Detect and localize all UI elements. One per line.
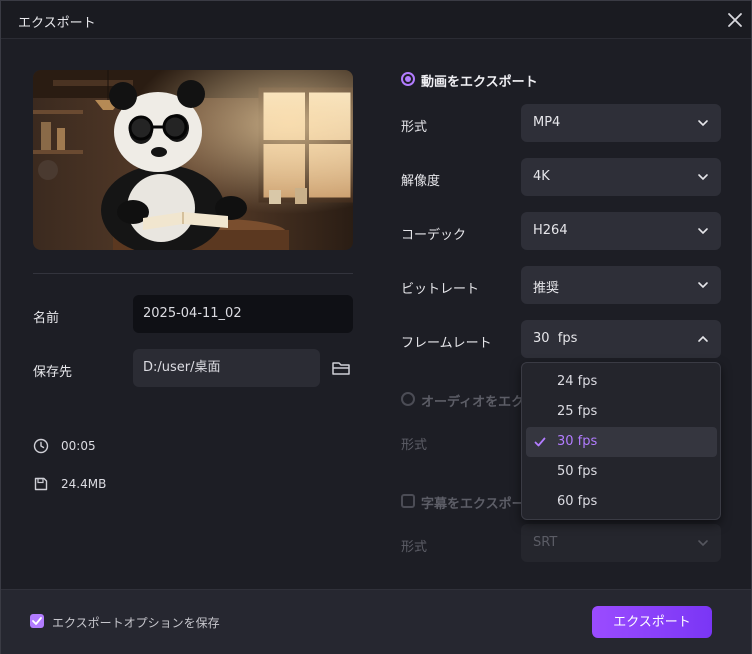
file-size-text: 24.4MB xyxy=(61,477,107,491)
save-path-label: 保存先 xyxy=(33,365,73,380)
video-preview-thumbnail xyxy=(33,70,353,250)
chevron-down-icon xyxy=(698,282,708,289)
divider xyxy=(33,273,353,274)
framerate-select[interactable]: 30 fps xyxy=(521,320,721,358)
subtitle-format-label: 形式 xyxy=(401,540,428,555)
chevron-down-icon xyxy=(698,228,708,235)
codec-value: H264 xyxy=(533,223,568,238)
subtitle-format-value: SRT xyxy=(533,535,558,550)
file-size-icon xyxy=(34,477,48,491)
dialog-title: エクスポート xyxy=(18,16,96,31)
save-options-checkbox[interactable] xyxy=(30,614,44,628)
option-label: 50 fps xyxy=(557,464,598,479)
export-dialog: エクスポート 名前 2025-04-11_02 保存先 D:/user/桌面 0… xyxy=(0,0,752,654)
chevron-down-icon xyxy=(698,174,708,181)
title-bar: エクスポート xyxy=(1,1,751,39)
framerate-option-selected[interactable]: 30 fps xyxy=(526,427,717,457)
chevron-up-icon xyxy=(698,335,708,342)
resolution-select[interactable]: 4K xyxy=(521,158,721,196)
codec-label: コーデック xyxy=(401,228,467,243)
framerate-option[interactable]: 50 fps xyxy=(526,457,717,487)
save-path-input[interactable]: D:/user/桌面 xyxy=(133,349,320,387)
name-input[interactable]: 2025-04-11_02 xyxy=(133,295,353,333)
format-value: MP4 xyxy=(533,115,561,130)
export-audio-radio[interactable] xyxy=(401,392,415,406)
audio-format-label: 形式 xyxy=(401,438,428,453)
resolution-value: 4K xyxy=(533,169,550,184)
framerate-value: 30 fps xyxy=(533,331,578,346)
bitrate-value: 推奨 xyxy=(533,281,560,296)
option-label: 24 fps xyxy=(557,374,598,389)
option-label: 30 fps xyxy=(557,434,598,449)
export-video-radio[interactable] xyxy=(401,72,415,86)
export-subtitle-title: 字幕をエクスポー xyxy=(421,497,525,512)
save-options-label: エクスポートオプションを保存 xyxy=(52,616,220,630)
duration-text: 00:05 xyxy=(61,439,96,453)
check-icon xyxy=(534,437,546,447)
resolution-label: 解像度 xyxy=(401,174,441,189)
folder-icon[interactable] xyxy=(331,358,351,378)
export-button[interactable]: エクスポート xyxy=(592,606,712,638)
name-label: 名前 xyxy=(33,311,60,326)
bitrate-label: ビットレート xyxy=(401,282,480,297)
option-label: 25 fps xyxy=(557,404,598,419)
option-label: 60 fps xyxy=(557,494,598,509)
export-audio-title: オーディオをエクス xyxy=(421,395,537,410)
framerate-option[interactable]: 24 fps xyxy=(526,367,717,397)
chevron-down-icon xyxy=(698,540,708,547)
framerate-label: フレームレート xyxy=(401,336,492,351)
framerate-dropdown: 24 fps 25 fps 30 fps 50 fps 60 fps xyxy=(521,362,721,520)
framerate-option[interactable]: 60 fps xyxy=(526,487,717,517)
subtitle-format-select[interactable]: SRT xyxy=(521,524,721,562)
export-subtitle-checkbox[interactable] xyxy=(401,494,415,508)
bitrate-select[interactable]: 推奨 xyxy=(521,266,721,304)
codec-select[interactable]: H264 xyxy=(521,212,721,250)
clock-icon xyxy=(33,438,49,454)
format-label: 形式 xyxy=(401,120,428,135)
chevron-down-icon xyxy=(698,120,708,127)
export-video-title: 動画をエクスポート xyxy=(421,75,538,90)
format-select[interactable]: MP4 xyxy=(521,104,721,142)
framerate-option[interactable]: 25 fps xyxy=(526,397,717,427)
close-icon[interactable] xyxy=(725,10,745,30)
